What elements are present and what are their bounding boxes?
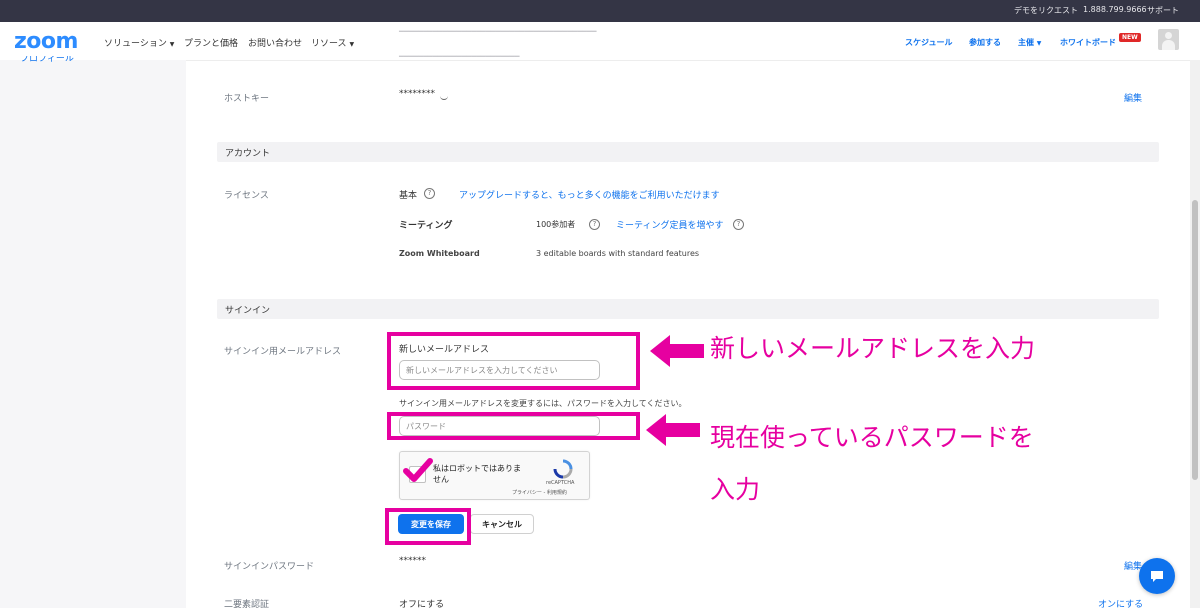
password-annotation-line1: 現在使っているパスワードを bbox=[710, 423, 1034, 452]
signin-section-header: サインイン bbox=[217, 299, 1159, 319]
password-highlight-box bbox=[387, 412, 640, 440]
nav-host-label: 主催 bbox=[1018, 38, 1034, 47]
nav-resources-label: リソース bbox=[311, 39, 347, 49]
recaptcha-label: 私はロボットではありません bbox=[433, 464, 521, 484]
signin-email-label: サインイン用メールアドレス bbox=[224, 347, 342, 357]
two-factor-label-text: 二要素認証 bbox=[224, 600, 270, 608]
signin-password-value: ****** bbox=[399, 556, 426, 566]
license-label: ライセンス bbox=[224, 191, 269, 201]
email-annotation: 新しいメールアドレスを入力 bbox=[710, 334, 1036, 363]
two-factor-label: 二要素認証 bbox=[224, 597, 269, 608]
help-icon[interactable]: ? bbox=[733, 219, 744, 230]
scrollbar-thumb[interactable] bbox=[1192, 200, 1198, 480]
recaptcha-brand: reCAPTCHA bbox=[546, 480, 575, 486]
page-scrollbar[interactable] bbox=[1190, 60, 1200, 608]
email-highlight-box bbox=[387, 332, 640, 390]
scrolled-content-fade: ━━━━━━━━━━━━━━━━━━━━━━━━━ bbox=[399, 52, 520, 61]
host-key-edit-link[interactable]: 編集 bbox=[1124, 91, 1142, 104]
host-key-label: ホストキー bbox=[224, 94, 270, 104]
help-icon[interactable]: ? bbox=[589, 219, 600, 230]
zoom-logo[interactable]: zoom bbox=[14, 29, 78, 54]
help-icon[interactable]: ? bbox=[424, 188, 435, 199]
recaptcha-links: プライバシー - 利用規約 bbox=[512, 489, 567, 496]
host-key-value: ******** bbox=[399, 89, 435, 99]
two-factor-enable-text: オンにする bbox=[1098, 600, 1144, 608]
signin-password-label: サインインパスワード bbox=[224, 562, 315, 572]
left-arrow-icon bbox=[650, 335, 704, 367]
chat-button[interactable] bbox=[1139, 558, 1175, 594]
account-section-title: アカウント bbox=[225, 149, 271, 159]
meeting-capacity-link[interactable]: ミーティング定員を増やす bbox=[616, 218, 723, 231]
caret-down-icon: ▼ bbox=[169, 41, 175, 48]
nav-solutions-label: ソリューション bbox=[104, 39, 167, 49]
avatar-body-shape bbox=[1162, 40, 1175, 50]
support-link[interactable]: サポート bbox=[1147, 5, 1179, 16]
two-factor-value: オフにする bbox=[399, 597, 444, 608]
chat-bubble-icon bbox=[1151, 571, 1163, 582]
nav-host[interactable]: 主催 ▼ bbox=[1018, 37, 1041, 48]
nav-solutions[interactable]: ソリューション ▼ bbox=[104, 36, 174, 49]
nav-schedule[interactable]: スケジュール bbox=[905, 37, 952, 48]
meeting-label: ミーティング bbox=[399, 221, 453, 231]
account-section-header: アカウント bbox=[217, 142, 1159, 162]
cancel-button[interactable]: キャンセル bbox=[470, 514, 534, 534]
caret-down-icon: ▼ bbox=[1036, 40, 1042, 47]
new-badge: NEW bbox=[1119, 33, 1141, 42]
recaptcha-terms-link[interactable]: 利用規約 bbox=[547, 490, 567, 496]
nav-contact[interactable]: お問い合わせ bbox=[248, 36, 302, 49]
license-basic: 基本 bbox=[399, 191, 418, 201]
password-annotation-line2: 入力 bbox=[710, 475, 761, 504]
sidebar-cut-off-link[interactable]: プロフィール bbox=[20, 56, 84, 64]
phone-number[interactable]: 1.888.799.9666 bbox=[1083, 5, 1147, 14]
nav-join[interactable]: 参加する bbox=[969, 37, 1001, 48]
main-navbar: zoom ソリューション ▼ プランと価格 お問い合わせ リソース ▼ スケジュ… bbox=[0, 22, 1200, 61]
eye-icon[interactable] bbox=[440, 95, 448, 100]
two-factor-value-text: オフにする bbox=[399, 600, 445, 608]
pink-checkmark-icon bbox=[403, 458, 433, 482]
whiteboard-label: Zoom Whiteboard bbox=[399, 249, 480, 258]
nav-resources[interactable]: リソース ▼ bbox=[311, 36, 354, 49]
meeting-value: 100参加者 bbox=[536, 220, 576, 229]
save-highlight-box bbox=[385, 508, 471, 545]
caret-down-icon: ▼ bbox=[349, 41, 355, 48]
recaptcha-privacy-link[interactable]: プライバシー bbox=[512, 490, 542, 496]
left-sidebar: プロフィール bbox=[0, 56, 186, 608]
upgrade-link[interactable]: アップグレードすると、もっと多くの機能をご利用いただけます bbox=[459, 188, 720, 201]
nav-whiteboard[interactable]: ホワイトボード bbox=[1060, 37, 1116, 48]
scrolled-content-fade: ━━━━━━━━━━━━━━━━━━━━━━━━━━━━━━━━━━━━━━━━… bbox=[399, 27, 597, 36]
top-utility-bar: デモをリクエスト 1.888.799.9666 サポート bbox=[0, 0, 1200, 22]
recaptcha-logo-icon bbox=[553, 459, 573, 479]
avatar[interactable] bbox=[1158, 29, 1179, 50]
avatar-head-shape bbox=[1165, 32, 1172, 39]
nav-plans[interactable]: プランと価格 bbox=[184, 36, 238, 49]
signin-section-title: サインイン bbox=[225, 306, 271, 316]
two-factor-enable-link[interactable]: オンにする bbox=[1098, 597, 1143, 608]
whiteboard-value: 3 editable boards with standard features bbox=[536, 249, 700, 258]
password-instruction: サインイン用メールアドレスを変更するには、パスワードを入力してください。 bbox=[399, 399, 687, 408]
left-arrow-icon bbox=[646, 414, 700, 446]
demo-request-link[interactable]: デモをリクエスト bbox=[1014, 5, 1078, 16]
